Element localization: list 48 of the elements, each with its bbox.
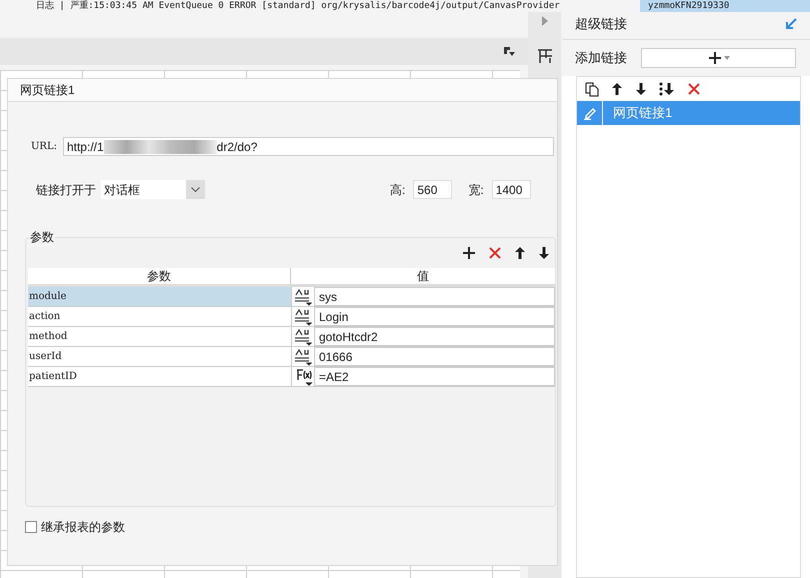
parameter-value-field[interactable]: 01666: [314, 347, 555, 366]
url-label: URL:: [31, 140, 57, 154]
url-field[interactable]: http://1 dr2/do?: [62, 137, 554, 156]
parameter-value-field[interactable]: Login: [314, 307, 555, 326]
open-in-label: 链接打开于: [36, 182, 96, 198]
column-header: 值: [416, 268, 430, 284]
chevron-down-icon: [191, 187, 200, 192]
text-type-icon[interactable]: [293, 328, 313, 346]
parameter-name-cell[interactable]: action: [28, 307, 291, 326]
parameters-legend: 参数: [29, 228, 55, 246]
delete-icon[interactable]: [687, 82, 701, 96]
panel-title: 超级链接: [575, 14, 627, 33]
open-in-dropdown[interactable]: 对话框: [101, 180, 205, 199]
inherit-label: 继承报表的参数: [41, 519, 125, 536]
text-type-icon[interactable]: [293, 288, 313, 306]
move-down-icon[interactable]: [538, 246, 550, 260]
parameter-value-field[interactable]: sys: [314, 287, 555, 306]
move-up-icon[interactable]: [514, 246, 526, 260]
plus-icon: [708, 51, 722, 65]
move-bottom-icon[interactable]: [659, 82, 675, 96]
width-field[interactable]: 1400: [492, 180, 531, 199]
log-message: 日志 | 严重:15:03:45 AM EventQueue 0 ERROR [standard] org/krysalis/barcode4j/output/CanvasProvider: [35, 0, 561, 12]
parameter-name-cell[interactable]: method: [28, 327, 291, 346]
move-down-icon[interactable]: [635, 82, 647, 96]
text-type-icon[interactable]: [293, 348, 313, 366]
dock-icon[interactable]: [503, 46, 516, 58]
parameter-name-cell[interactable]: userId: [28, 347, 291, 366]
pencil-icon: [582, 106, 596, 120]
dialog-title: 网页链接1: [20, 82, 75, 99]
user-name: yzmmoKFN2919330: [640, 0, 810, 12]
column-header: 参数: [28, 268, 291, 284]
text-type-icon[interactable]: [293, 308, 313, 326]
move-up-icon[interactable]: [611, 82, 623, 96]
collapse-arrow-icon[interactable]: [785, 18, 797, 30]
copy-icon[interactable]: [585, 82, 599, 96]
caret-icon: [724, 56, 730, 60]
add-link-label: 添加链接: [575, 49, 627, 68]
height-label: 高:: [390, 182, 406, 198]
parameter-name-cell[interactable]: module: [28, 287, 291, 306]
add-icon[interactable]: [462, 246, 476, 260]
inherit-checkbox[interactable]: [25, 521, 37, 533]
delete-icon[interactable]: [488, 246, 502, 260]
width-label: 宽:: [468, 182, 484, 198]
parameter-value-field[interactable]: =AE2: [314, 367, 555, 386]
table-icon[interactable]: [536, 48, 552, 64]
height-field[interactable]: 560: [413, 180, 452, 199]
parameter-name-cell[interactable]: patientID: [28, 367, 291, 386]
parameter-value-field[interactable]: gotoHtcdr2: [314, 327, 555, 346]
